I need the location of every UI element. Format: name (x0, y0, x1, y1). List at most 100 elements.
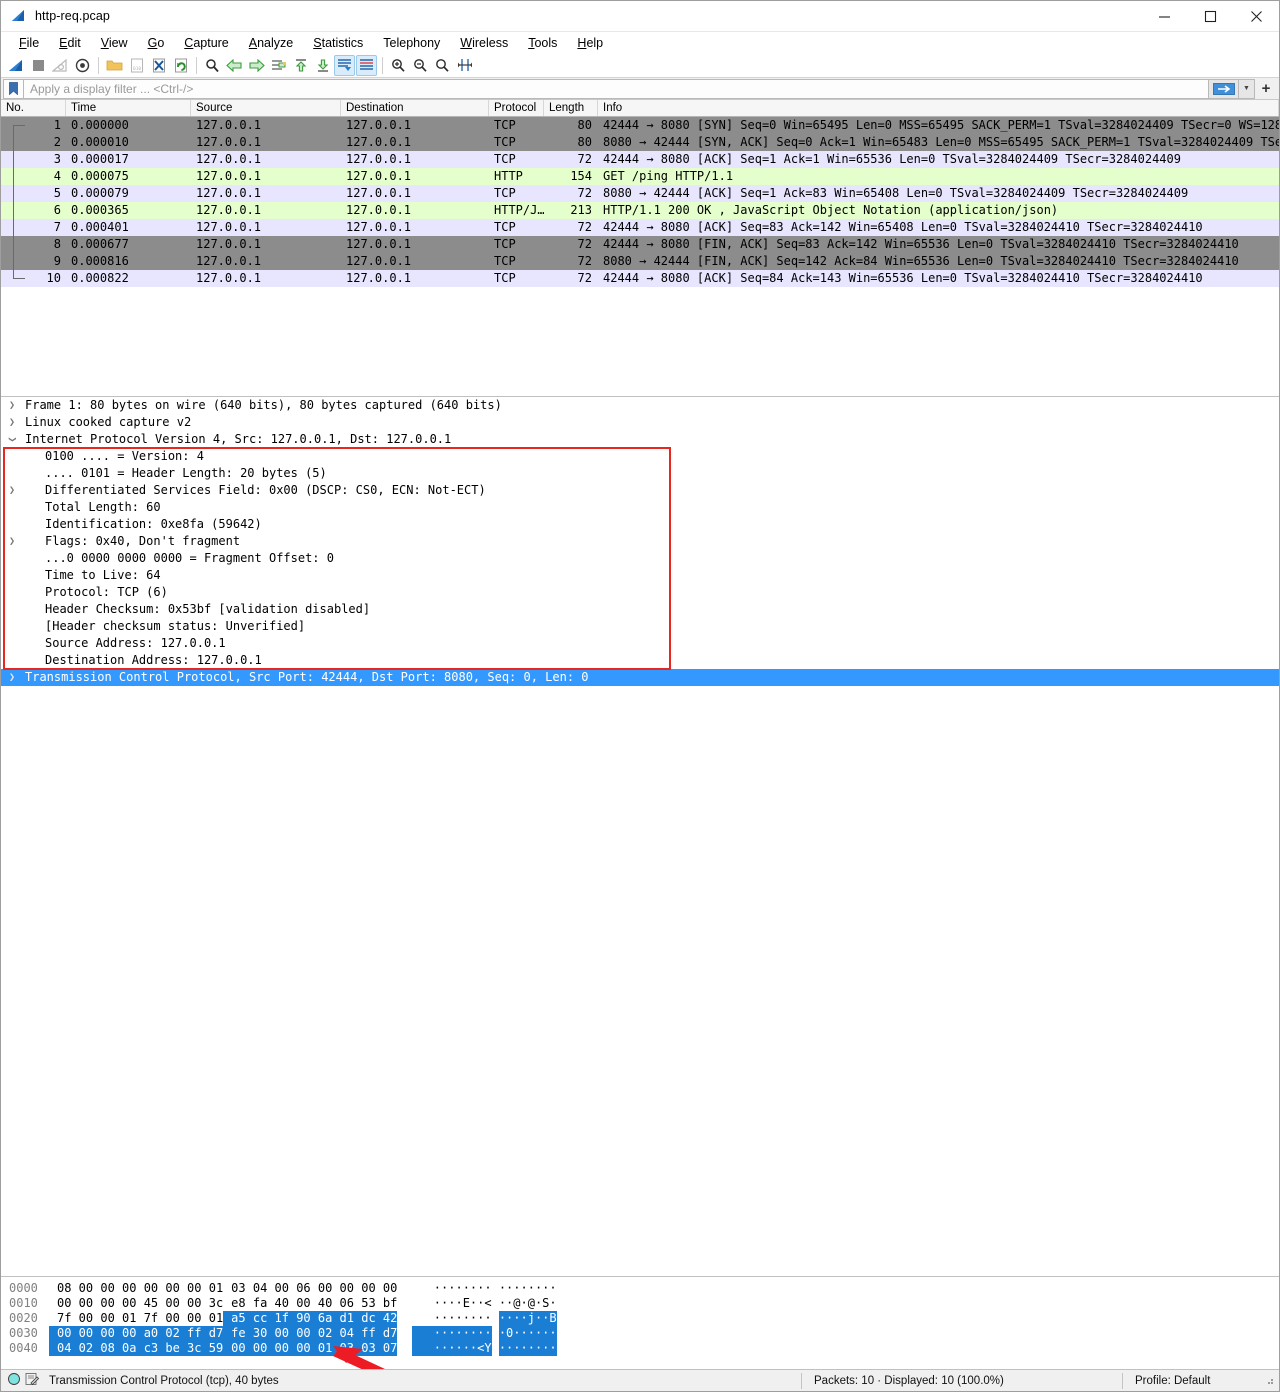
table-row[interactable]: 7 0.000401 127.0.0.1 127.0.0.1 TCP 72 42444 → … (1, 219, 1279, 236)
table-row[interactable]: 9 0.000816 127.0.0.1 127.0.0.1 TCP 72 8080 → 4… (1, 253, 1279, 270)
table-row[interactable]: 1 0.000000 127.0.0.1 127.0.0.1 TCP 80 42444 → … (1, 117, 1279, 134)
detail-tree-item[interactable]: Header Checksum: 0x53bf [validation disa… (1, 601, 1279, 618)
table-row[interactable]: 6 0.000365 127.0.0.1 127.0.0.1 HTTP/J… 213 HTT… (1, 202, 1279, 219)
packet-no-cell: 2 (1, 134, 66, 151)
menu-wireless[interactable]: Wireless (450, 36, 518, 50)
resize-columns-icon[interactable] (454, 55, 475, 76)
column-header-source[interactable]: Source (191, 100, 341, 116)
column-header-length[interactable]: Length (544, 100, 598, 116)
start-capture-icon[interactable] (6, 55, 27, 76)
restart-capture-icon[interactable] (50, 55, 71, 76)
stop-capture-icon[interactable] (28, 55, 49, 76)
bookmark-icon[interactable] (3, 78, 23, 99)
zoom-out-icon[interactable] (410, 55, 431, 76)
detail-tree-item[interactable]: ❯ Frame 1: 80 bytes on wire (640 bits), 8… (1, 397, 1279, 414)
apply-filter-arrow-icon[interactable] (1209, 78, 1239, 99)
zoom-in-icon[interactable] (388, 55, 409, 76)
table-row[interactable]: 4 0.000075 127.0.0.1 127.0.0.1 HTTP 154 GET /p… (1, 168, 1279, 185)
status-bar-profile[interactable]: Profile: Default (1123, 1375, 1263, 1387)
detail-tree-item[interactable]: ❯ Transmission Control Protocol, Src Port… (1, 669, 1279, 686)
filter-dropdown-chevron-down-icon[interactable]: ▼ (1239, 78, 1255, 99)
detail-tree-label: ...0 0000 0000 0000 = Fragment Offset: 0 (45, 551, 334, 565)
go-back-icon[interactable] (224, 55, 245, 76)
hex-dump-row[interactable]: 0010 00 00 00 00 45 00 00 3c e8 fa 40 00 4… (1, 1296, 1279, 1311)
hex-ascii-gap-2 (492, 1281, 499, 1296)
detail-tree-item[interactable]: Identification: 0xe8fa (59642) (1, 516, 1279, 533)
detail-tree-item[interactable]: ❯ Linux cooked capture v2 (1, 414, 1279, 431)
menu-file[interactable]: File (9, 36, 49, 50)
menu-edit[interactable]: Edit (49, 36, 91, 50)
column-header-no[interactable]: No. (1, 100, 66, 116)
menu-statistics[interactable]: Statistics (303, 36, 373, 50)
menu-analyze[interactable]: Analyze (239, 36, 303, 50)
menu-go[interactable]: Go (138, 36, 175, 50)
go-first-packet-icon[interactable] (290, 55, 311, 76)
hex-ascii-right: ··@·@·S· (498, 1296, 557, 1310)
table-row[interactable]: 3 0.000017 127.0.0.1 127.0.0.1 TCP 72 42444 → … (1, 151, 1279, 168)
packet-no-cell: 10 (1, 270, 66, 287)
detail-tree-item[interactable]: Time to Live: 64 (1, 567, 1279, 584)
detail-tree-item[interactable]: Source Address: 127.0.0.1 (1, 635, 1279, 652)
hex-dump-row[interactable]: 0030 00 00 00 00 a0 02 ff d7 fe 30 00 00 0… (1, 1326, 1279, 1341)
detail-tree-item[interactable]: Total Length: 60 (1, 499, 1279, 516)
close-button[interactable] (1233, 1, 1279, 31)
capture-comment-icon[interactable] (25, 1372, 40, 1389)
detail-tree-label: 0100 .... = Version: 4 (45, 449, 204, 463)
auto-scroll-icon[interactable] (334, 54, 355, 76)
detail-tree-item[interactable]: ❯ Flags: 0x40, Don't fragment (1, 533, 1279, 550)
chevron-right-icon[interactable]: ❯ (1, 669, 23, 686)
detail-tree-item[interactable]: ❯ Differentiated Services Field: 0x00 (DS… (1, 482, 1279, 499)
hex-dump-row[interactable]: 0040 04 02 08 0a c3 be 3c 59 00 00 00 00 0… (1, 1341, 1279, 1356)
hex-bytes-right: fe 30 00 00 02 04 ff d7 (223, 1326, 398, 1341)
expert-info-circle-icon[interactable] (7, 1372, 21, 1389)
packet-time-cell: 0.000401 (71, 220, 129, 234)
column-header-time[interactable]: Time (66, 100, 191, 116)
hex-dump-row[interactable]: 0000 08 00 00 00 00 00 00 01 03 04 00 06 0… (1, 1281, 1279, 1296)
maximize-button[interactable] (1187, 1, 1233, 31)
minimize-button[interactable] (1141, 1, 1187, 31)
detail-tree-item[interactable]: [Header checksum status: Unverified] (1, 618, 1279, 635)
detail-tree-item[interactable]: Protocol: TCP (6) (1, 584, 1279, 601)
zoom-reset-icon[interactable] (432, 55, 453, 76)
chevron-right-icon[interactable]: ❯ (1, 397, 23, 414)
display-filter-input[interactable]: Apply a display filter ... <Ctrl-/> (23, 78, 1209, 99)
detail-tree-item[interactable]: Destination Address: 127.0.0.1 (1, 652, 1279, 669)
hex-bytes-left: 04 02 08 0a c3 be 3c 59 (49, 1341, 224, 1356)
table-row[interactable]: 5 0.000079 127.0.0.1 127.0.0.1 TCP 72 8080 → 4… (1, 185, 1279, 202)
column-header-protocol[interactable]: Protocol (489, 100, 544, 116)
menu-telephony[interactable]: Telephony (373, 36, 450, 50)
status-bar-packet-counts: Packets: 10 · Displayed: 10 (100.0%) (814, 1374, 1004, 1387)
packet-number: 9 (53, 254, 61, 268)
table-row[interactable]: 2 0.000010 127.0.0.1 127.0.0.1 TCP 80 8080 → 4… (1, 134, 1279, 151)
hex-dump-row[interactable]: 0020 7f 00 00 01 7f 00 00 01 a5 cc 1f 90 6… (1, 1311, 1279, 1326)
hex-ascii-gap-2 (492, 1311, 499, 1326)
resize-grip-icon[interactable] (1263, 1374, 1277, 1388)
menu-help[interactable]: Help (567, 36, 613, 50)
go-last-packet-icon[interactable] (312, 55, 333, 76)
capture-options-icon[interactable] (72, 55, 93, 76)
add-filter-button-plus-icon[interactable]: + (1255, 79, 1277, 99)
chevron-right-icon[interactable]: ❯ (1, 482, 23, 499)
reload-file-icon[interactable] (170, 55, 191, 76)
save-file-icon[interactable]: 010 (126, 55, 147, 76)
open-file-icon[interactable] (104, 55, 125, 76)
detail-tree-item[interactable]: 0100 .... = Version: 4 (1, 448, 1279, 465)
table-row[interactable]: 8 0.000677 127.0.0.1 127.0.0.1 TCP 72 42444 → … (1, 236, 1279, 253)
detail-tree-item[interactable]: ❯ Internet Protocol Version 4, Src: 127.0… (1, 431, 1279, 448)
colorize-packets-icon[interactable] (356, 54, 377, 76)
menu-view[interactable]: View (91, 36, 138, 50)
chevron-down-icon[interactable]: ❯ (4, 429, 21, 451)
conversation-line (13, 151, 14, 168)
menu-tools[interactable]: Tools (518, 36, 567, 50)
detail-tree-item[interactable]: .... 0101 = Header Length: 20 bytes (5) (1, 465, 1279, 482)
close-file-icon[interactable] (148, 55, 169, 76)
find-packet-icon[interactable] (202, 55, 223, 76)
table-row[interactable]: 10 0.000822 127.0.0.1 127.0.0.1 TCP 72 42444 →… (1, 270, 1279, 287)
detail-tree-item[interactable]: ...0 0000 0000 0000 = Fragment Offset: 0 (1, 550, 1279, 567)
chevron-right-icon[interactable]: ❯ (1, 533, 23, 550)
column-header-destination[interactable]: Destination (341, 100, 489, 116)
column-header-info[interactable]: Info (598, 100, 1279, 116)
go-forward-icon[interactable] (246, 55, 267, 76)
go-to-packet-icon[interactable] (268, 55, 289, 76)
menu-capture[interactable]: Capture (174, 36, 238, 50)
